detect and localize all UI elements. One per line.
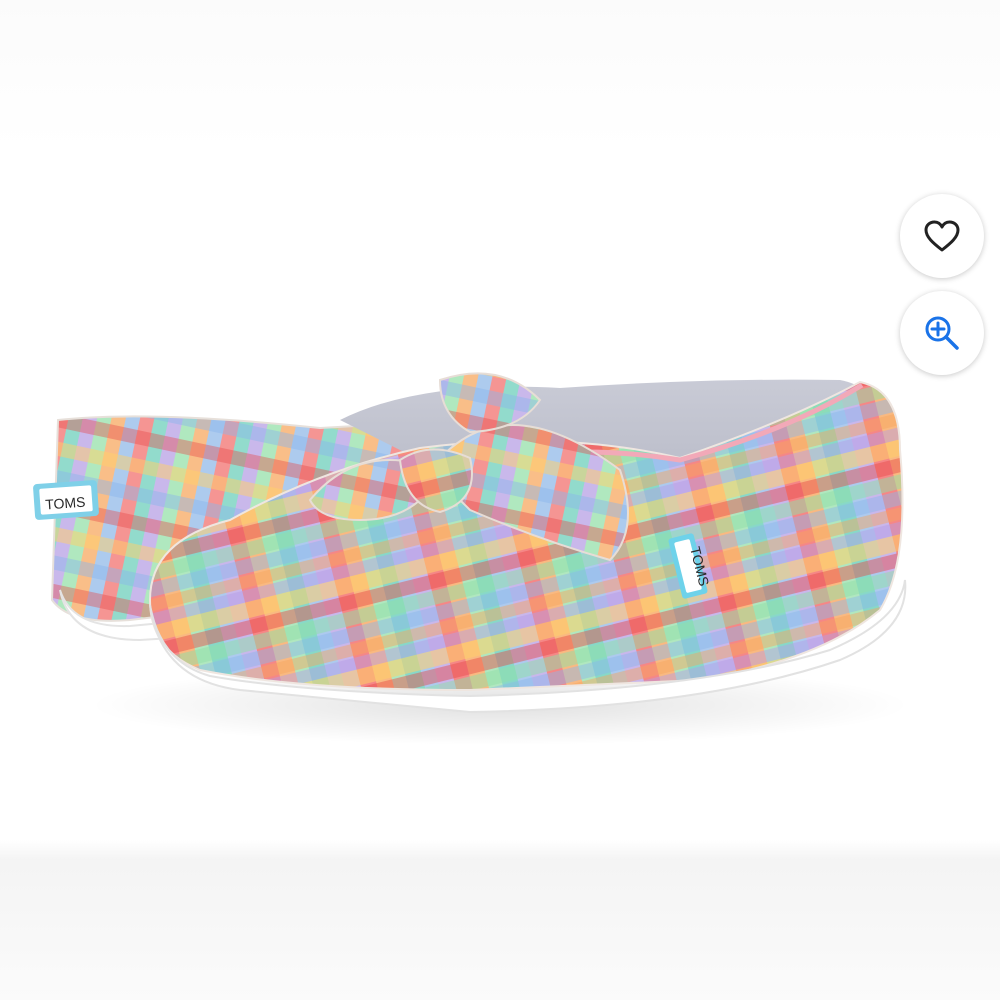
product-photo: TOMS TOMS xyxy=(33,372,910,745)
zoom-button[interactable] xyxy=(900,291,984,375)
heel-brand-tag: TOMS xyxy=(45,494,86,513)
product-image-viewer: TOMS TOMS xyxy=(0,0,1000,1000)
zoom-in-icon xyxy=(925,316,959,350)
like-button[interactable] xyxy=(900,194,984,278)
heart-outline-icon xyxy=(924,220,960,252)
